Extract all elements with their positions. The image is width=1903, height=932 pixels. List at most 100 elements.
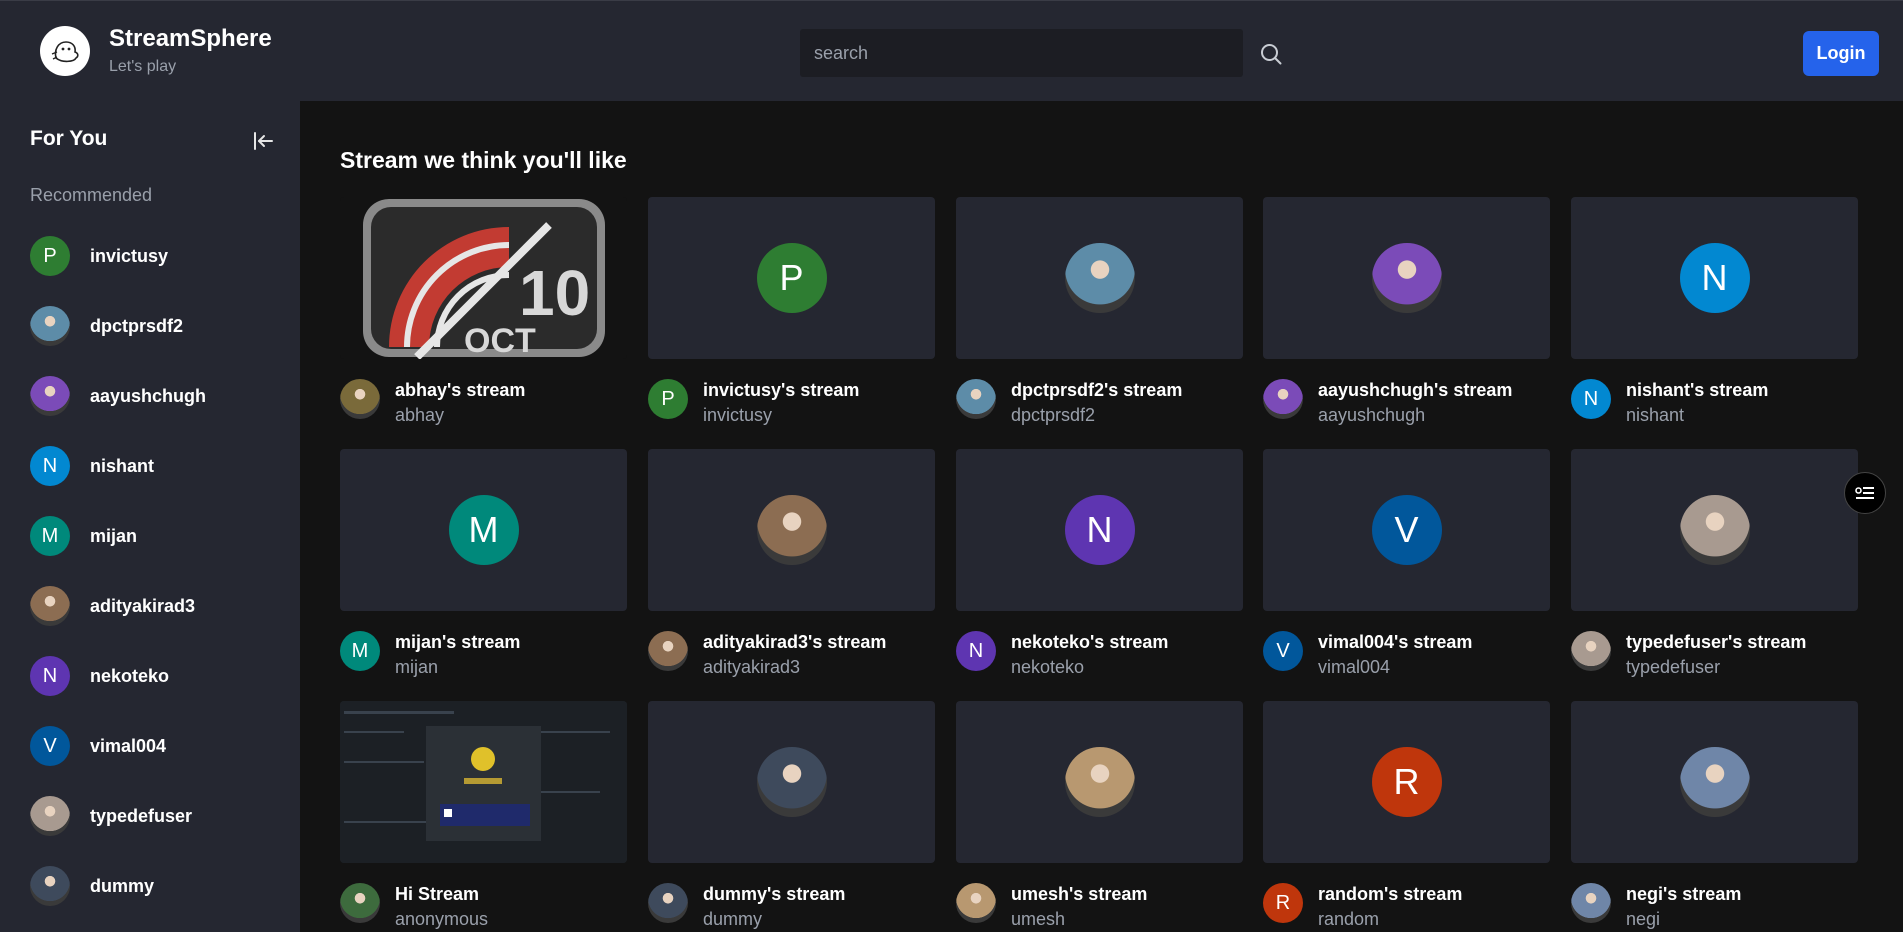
- stream-title[interactable]: adityakirad3's stream: [703, 631, 886, 653]
- stream-username: nekoteko: [1011, 657, 1085, 677]
- stream-card[interactable]: negi's stream negi: [1571, 701, 1858, 930]
- stream-card[interactable]: 10 OCT abhay's stream abhay: [340, 197, 627, 426]
- stream-thumbnail[interactable]: N: [1571, 197, 1858, 359]
- avatar: [30, 306, 70, 346]
- stream-card-meta: Vvimal004's stream vimal004: [1263, 631, 1550, 678]
- svg-text:10: 10: [519, 257, 590, 329]
- avatar: [956, 379, 996, 419]
- collapse-sidebar-button[interactable]: [251, 129, 275, 153]
- logo[interactable]: [40, 26, 90, 76]
- sidebar-item-vimal004[interactable]: Vvimal004: [30, 726, 290, 766]
- avatar: [648, 631, 688, 671]
- sidebar-item-dpctprsdf2[interactable]: dpctprsdf2: [30, 306, 290, 346]
- stream-title[interactable]: negi's stream: [1626, 883, 1741, 905]
- sidebar-item-label: dummy: [90, 875, 155, 896]
- stream-card[interactable]: R Rrandom's stream random: [1263, 701, 1550, 930]
- search-input[interactable]: [800, 29, 1243, 77]
- stream-thumbnail[interactable]: [340, 701, 627, 863]
- sidebar-item-nishant[interactable]: Nnishant: [30, 446, 290, 486]
- stream-card-meta: aayushchugh's stream aayushchugh: [1263, 379, 1550, 426]
- sidebar-item-nekoteko[interactable]: Nnekoteko: [30, 656, 290, 696]
- login-button[interactable]: Login: [1803, 31, 1879, 76]
- avatar: V: [30, 726, 70, 766]
- stream-card[interactable]: N Nnekoteko's stream nekoteko: [956, 449, 1243, 678]
- stream-username: negi: [1626, 909, 1661, 929]
- stream-thumbnail[interactable]: [648, 701, 935, 863]
- stream-thumbnail[interactable]: [1571, 449, 1858, 611]
- stream-card-text: negi's stream negi: [1626, 883, 1741, 930]
- sidebar-item-label: adityakirad3: [90, 595, 196, 616]
- stream-title[interactable]: typedefuser's stream: [1626, 631, 1806, 653]
- stream-username: random: [1318, 909, 1380, 929]
- stream-card[interactable]: M Mmijan's stream mijan: [340, 449, 627, 678]
- stream-card[interactable]: V Vvimal004's stream vimal004: [1263, 449, 1550, 678]
- stream-card[interactable]: typedefuser's stream typedefuser: [1571, 449, 1858, 678]
- sidebar-item-label: dpctprsdf2: [90, 315, 184, 336]
- sidebar-item-typedefuser[interactable]: typedefuser: [30, 796, 290, 836]
- avatar: [1263, 379, 1303, 419]
- stream-title[interactable]: nekoteko's stream: [1011, 631, 1168, 653]
- stream-card[interactable]: aayushchugh's stream aayushchugh: [1263, 197, 1550, 426]
- stream-title[interactable]: nishant's stream: [1626, 379, 1768, 401]
- stream-title[interactable]: aayushchugh's stream: [1318, 379, 1512, 401]
- arrow-left-to-line-icon: [254, 132, 273, 150]
- brand-name[interactable]: StreamSphere: [109, 25, 272, 53]
- ghost-logo-icon: [51, 41, 79, 63]
- stream-thumbnail[interactable]: V: [1263, 449, 1550, 611]
- stream-title[interactable]: Hi Stream: [395, 883, 488, 905]
- stream-thumbnail[interactable]: N: [956, 449, 1243, 611]
- sidebar-item-aayushchugh[interactable]: aayushchugh: [30, 376, 290, 416]
- sidebar-item-invictusy[interactable]: Pinvictusy: [30, 236, 290, 276]
- recommended-list: Pinvictusy dpctprsdf2 aayushchugh Nnishant M…: [30, 236, 290, 932]
- stream-thumbnail[interactable]: 10 OCT: [340, 197, 627, 359]
- avatar: [30, 586, 70, 626]
- stream-thumbnail[interactable]: [956, 197, 1243, 359]
- stream-card[interactable]: P Pinvictusy's stream invictusy: [648, 197, 935, 426]
- floating-menu-button[interactable]: [1844, 472, 1886, 514]
- stream-thumbnail[interactable]: R: [1263, 701, 1550, 863]
- thumbnail-avatar: [756, 495, 827, 565]
- sidebar-item-adityakirad3[interactable]: adityakirad3: [30, 586, 290, 626]
- stream-card-meta: Hi Stream anonymous: [340, 883, 627, 930]
- stream-username: abhay: [395, 405, 445, 425]
- stream-title[interactable]: abhay's stream: [395, 379, 525, 401]
- stream-card-meta: umesh's stream umesh: [956, 883, 1243, 930]
- stream-title[interactable]: invictusy's stream: [703, 379, 859, 401]
- stream-title[interactable]: dpctprsdf2's stream: [1011, 379, 1182, 401]
- stream-thumbnail[interactable]: [1571, 701, 1858, 863]
- stream-card[interactable]: dummy's stream dummy: [648, 701, 935, 930]
- stream-thumbnail[interactable]: [1263, 197, 1550, 359]
- stream-card-meta: Rrandom's stream random: [1263, 883, 1550, 930]
- sidebar-item-label: nishant: [90, 455, 155, 476]
- stream-card[interactable]: Hi Stream anonymous: [340, 701, 627, 930]
- stream-thumbnail[interactable]: [648, 449, 935, 611]
- avatar: M: [340, 631, 380, 671]
- stream-card-text: aayushchugh's stream aayushchugh: [1318, 379, 1512, 426]
- stream-thumbnail-image: [340, 701, 627, 863]
- sidebar-item-mijan[interactable]: Mmijan: [30, 516, 290, 556]
- stream-title[interactable]: umesh's stream: [1011, 883, 1147, 905]
- stream-card[interactable]: adityakirad3's stream adityakirad3: [648, 449, 935, 678]
- avatar: N: [956, 631, 996, 671]
- stream-title[interactable]: vimal004's stream: [1318, 631, 1472, 653]
- stream-thumbnail[interactable]: P: [648, 197, 935, 359]
- stream-thumbnail[interactable]: M: [340, 449, 627, 611]
- avatar: [1571, 883, 1611, 923]
- search-button[interactable]: [1256, 39, 1286, 69]
- stream-card[interactable]: N Nnishant's stream nishant: [1571, 197, 1858, 426]
- thumbnail-avatar: [756, 747, 827, 817]
- avatar: M: [30, 516, 70, 556]
- search-icon: [1261, 44, 1282, 65]
- list-settings-icon: [1855, 487, 1874, 499]
- stream-card[interactable]: umesh's stream umesh: [956, 701, 1243, 930]
- avatar: N: [30, 446, 70, 486]
- stream-title[interactable]: dummy's stream: [703, 883, 845, 905]
- sidebar-item-dummy[interactable]: dummy: [30, 866, 290, 906]
- stream-card-text: vimal004's stream vimal004: [1318, 631, 1472, 678]
- stream-title[interactable]: random's stream: [1318, 883, 1462, 905]
- stream-thumbnail[interactable]: [956, 701, 1243, 863]
- stream-card[interactable]: dpctprsdf2's stream dpctprsdf2: [956, 197, 1243, 426]
- stream-card-meta: dummy's stream dummy: [648, 883, 935, 930]
- stream-thumbnail-image: 10 OCT: [340, 197, 627, 359]
- stream-title[interactable]: mijan's stream: [395, 631, 520, 653]
